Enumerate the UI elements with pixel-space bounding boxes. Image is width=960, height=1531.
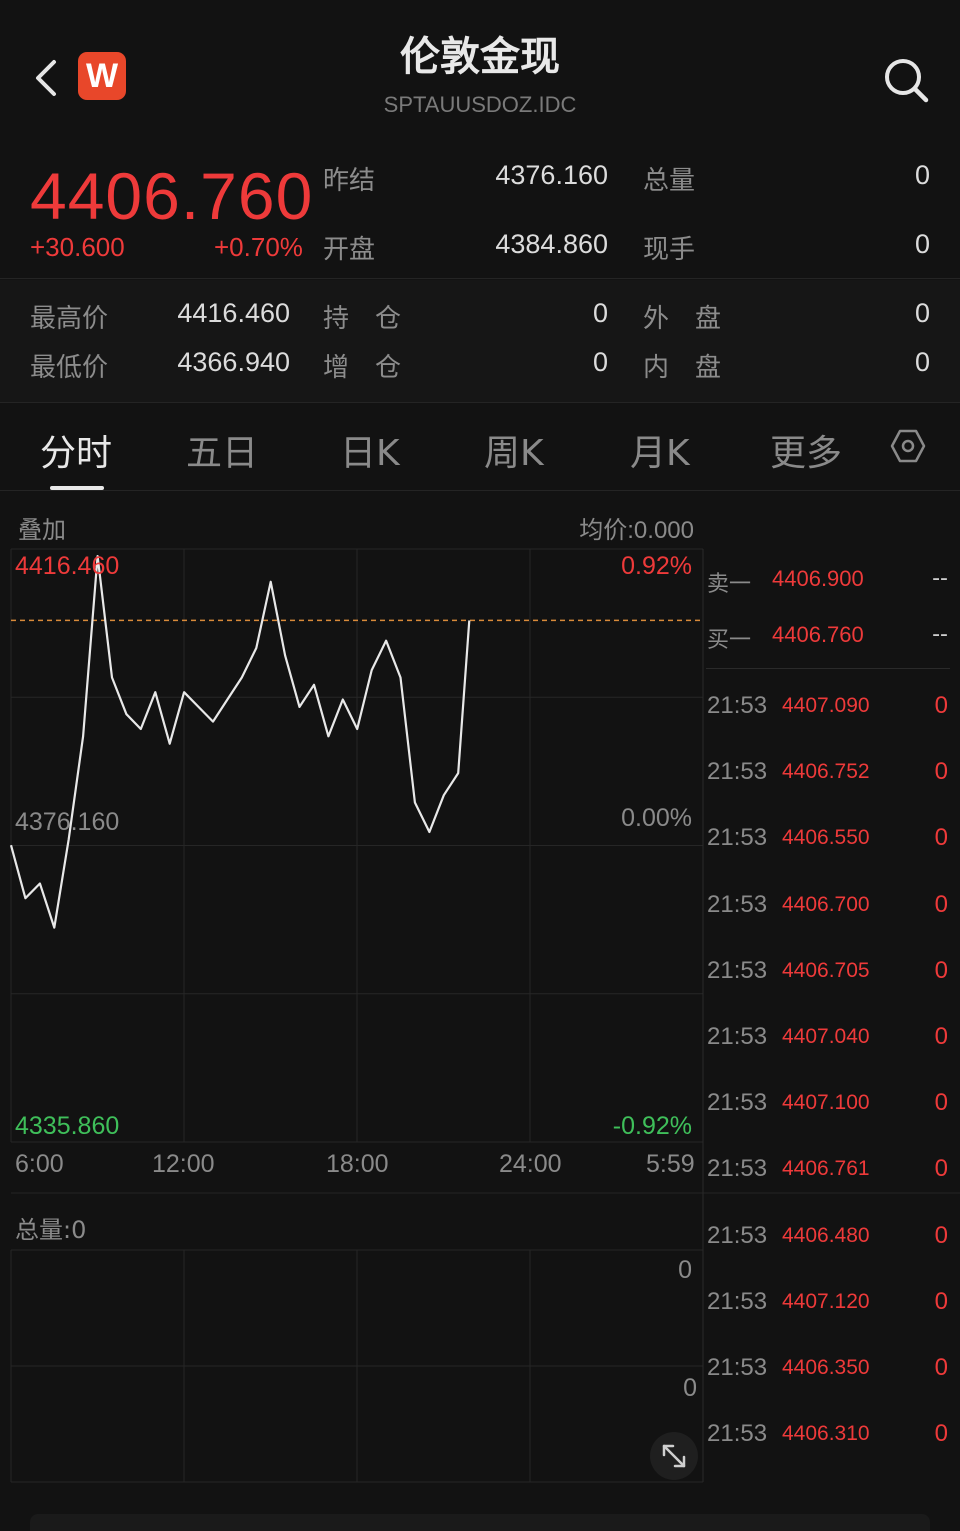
trade-volume: 0 [934,824,948,851]
trade-time: 21:53 [707,1420,768,1447]
trade-volume: 0 [934,1155,948,1182]
trade-time: 21:53 [707,1023,768,1050]
trade-volume: 0 [934,1089,948,1116]
volume-axis-top-label: 0 [678,1256,692,1284]
trade-time: 21:53 [707,1222,768,1249]
trade-price: 4406.550 [782,826,870,849]
trade-volume: 0 [934,1420,948,1447]
trade-price: 4407.090 [782,694,870,717]
bottom-bar [30,1514,930,1531]
trade-time: 21:53 [707,891,768,918]
divider [706,668,950,669]
trade-volume: 0 [934,1288,948,1315]
price-series-line [9,554,471,929]
trade-price: 4406.752 [782,760,870,783]
trade-price: 4406.700 [782,893,870,916]
buy-one-price: 4406.760 [772,622,864,647]
buy-one-label: 买一 [707,628,752,653]
trade-time: 21:53 [707,1155,768,1182]
trade-price: 4407.040 [782,1025,870,1048]
trade-price: 4406.480 [782,1224,870,1247]
volume-total-label: 总量:0 [15,1216,87,1244]
trade-price: 4407.120 [782,1290,870,1313]
trade-time: 21:53 [707,1288,768,1315]
trade-price: 4406.310 [782,1422,870,1445]
x-axis-label: 24:00 [499,1150,562,1178]
trade-volume: 0 [934,957,948,984]
sell-one-volume: -- [932,566,948,591]
pct-axis-top-label: 0.92% [621,552,692,580]
trade-volume: 0 [934,1354,948,1381]
sell-one-label: 卖一 [707,572,752,597]
y-axis-mid-label: 4376.160 [15,808,120,836]
trade-time: 21:53 [707,1089,768,1116]
chart-grid [10,548,960,1483]
trade-price: 4406.705 [782,959,870,982]
trade-volume: 0 [934,1222,948,1249]
x-axis-label: 12:00 [152,1150,215,1178]
trade-volume: 0 [934,758,948,785]
y-axis-top-label: 4416.460 [15,552,120,580]
buy-one-volume: -- [932,622,948,647]
x-axis-label: 5:59 [646,1150,695,1178]
trade-time: 21:53 [707,1354,768,1381]
expand-icon[interactable] [650,1432,698,1480]
trade-volume: 0 [934,891,948,918]
sell-one-price: 4406.900 [772,566,864,591]
trade-volume: 0 [934,692,948,719]
trade-volume: 0 [934,1023,948,1050]
trade-price: 4407.100 [782,1091,870,1114]
y-axis-bottom-label: 4335.860 [15,1112,120,1140]
trade-time: 21:53 [707,824,768,851]
pct-axis-mid-label: 0.00% [621,804,692,832]
x-axis-label: 18:00 [326,1150,389,1178]
trade-price: 4406.350 [782,1356,870,1379]
trade-time: 21:53 [707,957,768,984]
volume-axis-mid-label: 0 [683,1374,697,1402]
x-axis-label: 6:00 [15,1150,64,1178]
trade-time: 21:53 [707,758,768,785]
trade-time: 21:53 [707,692,768,719]
pct-axis-bottom-label: -0.92% [612,1112,692,1140]
trade-price: 4406.761 [782,1157,870,1180]
